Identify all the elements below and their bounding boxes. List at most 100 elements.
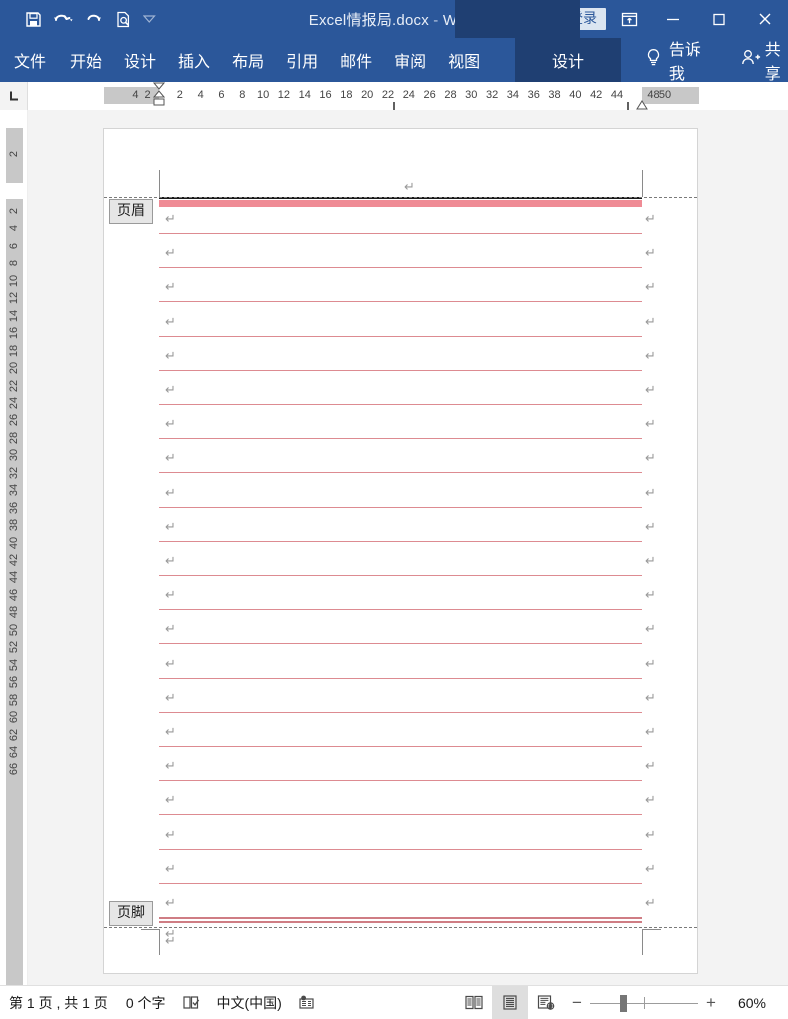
body-paragraph-mark-right: ↵ [645, 759, 656, 775]
proofing-errors-icon[interactable] [175, 986, 208, 1019]
body-paragraph-mark-left: ↵ [165, 861, 176, 877]
customize-qat-icon[interactable] [138, 5, 160, 33]
redo-icon[interactable] [78, 5, 108, 33]
vruler-tick-label: 64 [8, 745, 20, 759]
left-tab-stop-icon[interactable] [0, 82, 28, 110]
zoom-slider-thumb[interactable] [620, 994, 627, 1012]
tab-view[interactable]: 视图 [437, 38, 491, 82]
vruler-tick-label: 62 [8, 728, 20, 741]
ruler-tick-label: 14 [298, 89, 311, 101]
grid-line [159, 575, 642, 576]
vruler-tick-label: 46 [8, 588, 20, 602]
page-number-status[interactable]: 第 1 页 , 共 1 页 [0, 986, 117, 1019]
ruler-tick-label: 48 [647, 89, 660, 101]
record-macro-icon[interactable] [291, 986, 322, 1019]
tab-design[interactable]: 设计 [113, 38, 167, 82]
header-zone-label: 页眉 [109, 199, 153, 224]
top-right-margin-mark [642, 170, 643, 197]
tell-me-box[interactable]: 告诉我 [645, 38, 706, 83]
grid-line [159, 233, 642, 234]
tab-layout[interactable]: 布局 [221, 38, 275, 82]
body-paragraph-mark-left: ↵ [165, 622, 176, 638]
page-1[interactable]: ↵ 页眉 页脚 ↵ ↵ ↵ ↵ ↵ ↵ ↵ ↵ ↵ ↵ ↵ ↵ ↵ ↵ ↵ ↵ ↵ ↵ ↵ ↵ ↵ ↵ ↵ ↵ ↵ ↵ ↵ ↵ ↵ ↵ ↵ ↵ ↵ ↵ ↵… [103, 128, 698, 974]
body-paragraph-mark-left: ↵ [165, 793, 176, 809]
ruler-tick-label: 4 [132, 89, 139, 101]
first-line-indent-marker[interactable] [152, 82, 166, 110]
title-separator: - [433, 11, 439, 29]
body-paragraph-mark-left: ↵ [165, 280, 176, 296]
vruler-tick-label: 14 [8, 309, 20, 322]
vruler-tick-label: 56 [8, 676, 20, 689]
body-paragraph-mark-right: ↵ [645, 383, 656, 398]
grid-line [159, 506, 642, 508]
view-buttons [456, 985, 564, 1019]
body-paragraph-mark-left: ↵ [165, 759, 176, 775]
footer-separator [104, 927, 697, 928]
save-icon[interactable] [18, 5, 48, 33]
ruler-tick-label: 24 [402, 89, 415, 101]
top-left-margin-mark [159, 170, 160, 197]
document-canvas[interactable]: ↵ 页眉 页脚 ↵ ↵ ↵ ↵ ↵ ↵ ↵ ↵ ↵ ↵ ↵ ↵ ↵ ↵ ↵ ↵ ↵ ↵ ↵ ↵ ↵ ↵ ↵ ↵ ↵ ↵ ↵ ↵ ↵ ↵ ↵ ↵ ↵ ↵ ↵… [28, 110, 788, 985]
language-status[interactable]: 中文(中国) [208, 986, 291, 1019]
body-paragraph-mark-right: ↵ [645, 348, 656, 364]
vruler-tick-label: 52 [8, 641, 20, 654]
vruler-tick-label: 24 [8, 396, 20, 410]
center-tab-stop[interactable] [388, 99, 400, 110]
print-layout-icon[interactable] [492, 985, 528, 1019]
zoom-control: − + 60% [564, 986, 788, 1019]
grid-line [159, 267, 642, 269]
body-paragraph-mark-right: ↵ [645, 212, 656, 227]
word-count-status[interactable]: 0 个字 [117, 986, 175, 1019]
tab-insert[interactable]: 插入 [167, 38, 221, 82]
minimize-icon[interactable] [650, 0, 696, 38]
contextual-tab-band [455, 0, 580, 38]
ruler-tick-label: 2 [176, 89, 183, 101]
read-mode-icon[interactable] [456, 986, 492, 1019]
ruler-row: 4 2 2 4 6 8 10 12 14 16 18 20 22 24 26 28 30 32 34 36 38 40 42… [0, 82, 788, 110]
body-paragraph-mark-left: ↵ [165, 348, 176, 364]
ribbon-display-options-icon[interactable] [608, 0, 650, 38]
grid-line-bottom-double-lower [159, 921, 642, 923]
vruler-tick-label: 44 [8, 571, 20, 584]
ruler-tick-label: 38 [548, 89, 561, 101]
tab-header-footer-design[interactable]: 设计 [515, 38, 621, 82]
share-button[interactable]: 共享 [740, 38, 788, 83]
bottom-right-margin-mark [642, 929, 661, 955]
undo-icon[interactable] [48, 5, 78, 33]
lightbulb-icon [645, 48, 662, 72]
vruler-tick-label: 26 [8, 414, 20, 427]
ruler-tick-label: 42 [590, 89, 603, 101]
right-tab-stop[interactable] [619, 99, 631, 110]
tab-file[interactable]: 文件 [0, 38, 59, 82]
document-name: Excel情报局.docx [308, 11, 429, 29]
zoom-in-button[interactable]: + [698, 986, 724, 1019]
tab-home[interactable]: 开始 [59, 38, 113, 82]
vertical-ruler[interactable]: 2 2 4 6 8 10 12 14 16 18 20 22 24 26 28 30 32 34 36 38 40 42 4… [0, 110, 28, 985]
ruler-tick-label: 4 [197, 89, 204, 101]
vruler-tick-label: 16 [8, 327, 20, 340]
vruler-tick-label: 34 [8, 484, 20, 497]
title-bar: Excel情报局.docx - Word 页... 登录 [0, 0, 788, 38]
ruler-tick-label: 20 [361, 89, 374, 101]
horizontal-ruler[interactable]: 4 2 2 4 6 8 10 12 14 16 18 20 22 24 26 28 30 32 34 36 38 40 42… [28, 82, 788, 110]
zoom-level-label[interactable]: 60% [724, 995, 778, 1011]
body-paragraph-mark-right: ↵ [645, 622, 656, 638]
vruler-tick-label: 2 [8, 207, 20, 215]
right-indent-marker[interactable] [636, 97, 648, 110]
zoom-slider[interactable] [590, 986, 698, 1019]
close-icon[interactable] [742, 0, 788, 38]
grid-line [159, 404, 642, 405]
web-layout-icon[interactable] [528, 986, 564, 1019]
tab-references[interactable]: 引用 [275, 38, 329, 82]
tab-mailings[interactable]: 邮件 [329, 38, 383, 82]
tell-me-label: 告诉我 [668, 42, 701, 83]
body-paragraph-mark-left: ↵ [165, 896, 176, 911]
grid-line [159, 369, 642, 371]
zoom-out-button[interactable]: − [564, 986, 590, 1019]
grid-line-bottom-double-upper [159, 917, 642, 919]
tab-review[interactable]: 审阅 [383, 38, 437, 82]
print-preview-icon[interactable] [108, 5, 138, 33]
maximize-icon[interactable] [696, 0, 742, 38]
grid-line [159, 746, 642, 747]
post-footer-paragraph-mark: ↵ [165, 927, 176, 942]
